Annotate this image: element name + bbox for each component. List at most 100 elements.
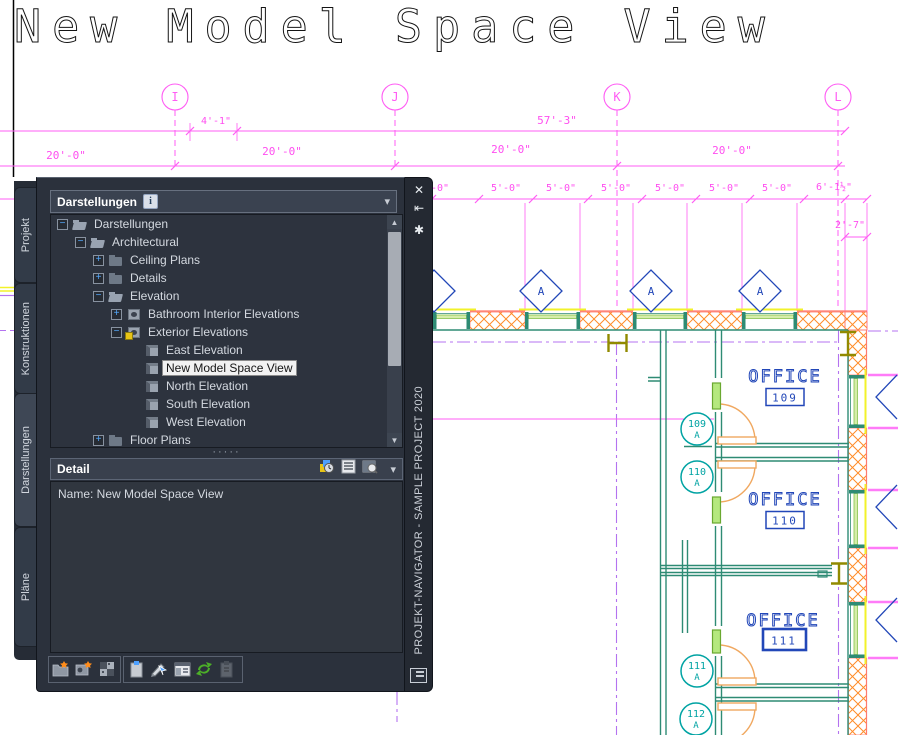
tab-konstruktionen[interactable]: Konstruktionen — [14, 283, 36, 394]
chevron-down-icon: ▾ — [384, 196, 390, 208]
tree-item-label: Ceiling Plans — [130, 253, 201, 267]
tree-scrollbar[interactable]: ▲ ▼ — [387, 215, 402, 447]
palette-title: PROJEKT-NAVIGATOR - SAMPLE PROJECT 2020 — [413, 385, 425, 655]
tab-label: Konstruktionen — [19, 301, 32, 376]
svg-text:109: 109 — [688, 419, 706, 430]
view-group-icon — [127, 308, 141, 321]
tree-item-darstellungen[interactable]: − Darstellungen — [51, 215, 402, 233]
folder-closed-icon — [109, 272, 123, 285]
svg-text:5'-0": 5'-0" — [491, 183, 521, 194]
folder-closed-icon — [109, 254, 123, 267]
chevron-down-icon[interactable]: ▾ — [390, 463, 396, 476]
update-detail-icon[interactable] — [319, 459, 335, 479]
tree-item-ceiling-plans[interactable]: + Ceiling Plans — [51, 251, 402, 269]
grid-bubbles — [161, 83, 852, 111]
tree-item-architectural[interactable]: − Architectural — [51, 233, 402, 251]
tree-item-bathroom-interior-elevations[interactable]: + Bathroom Interior Elevations — [51, 305, 402, 323]
view-icon — [145, 344, 159, 357]
tree-item-label: Details — [130, 271, 167, 285]
tab-projekt[interactable]: Projekt — [14, 187, 36, 283]
new-model-space-view-button[interactable] — [97, 659, 117, 679]
new-category-button[interactable] — [51, 659, 71, 679]
svg-text:A: A — [648, 285, 655, 298]
info-icon[interactable]: i — [143, 194, 159, 209]
view-group-badge-icon — [125, 326, 141, 340]
svg-text:20'-0": 20'-0" — [46, 149, 86, 162]
plus-expander-icon[interactable]: + — [93, 434, 104, 446]
svg-text:20'-0": 20'-0" — [712, 144, 752, 157]
svg-text:109: 109 — [772, 392, 798, 405]
refresh-project-button[interactable] — [194, 659, 214, 679]
detail-header: Detail ▾ — [50, 458, 403, 480]
plus-expander-icon[interactable]: + — [93, 272, 104, 284]
tab-plaene[interactable]: Pläne — [14, 527, 36, 647]
grid-bubble-labels: I J K L — [171, 90, 841, 104]
tree-item-exterior-elevations[interactable]: − Exterior Elevations — [51, 323, 402, 341]
scroll-up-icon[interactable]: ▲ — [387, 215, 402, 229]
edit-view-button[interactable] — [149, 659, 169, 679]
tree-item-label: Architectural — [112, 235, 179, 249]
windows — [433, 311, 867, 658]
tree-item-south-elevation[interactable]: South Elevation — [51, 395, 402, 413]
preview-zoom-icon[interactable] — [362, 459, 379, 479]
window-tag-letters: A A A — [538, 285, 764, 298]
folder-open-icon — [109, 290, 123, 303]
svg-text:6'-1½": 6'-1½" — [816, 181, 852, 193]
svg-text:5'-0": 5'-0" — [546, 183, 576, 194]
svg-text:I: I — [171, 90, 178, 104]
folder-open-icon — [73, 218, 87, 231]
view-icon — [145, 398, 159, 411]
plus-expander-icon[interactable]: + — [93, 254, 104, 266]
tree-item-label: Bathroom Interior Elevations — [148, 307, 300, 321]
svg-text:OFFICE: OFFICE — [748, 367, 821, 387]
autohide-pin-icon[interactable]: ⇤ — [409, 199, 429, 216]
svg-text:5'-0": 5'-0" — [601, 183, 631, 194]
tree-item-label: West Elevation — [166, 415, 246, 429]
scrollbar-thumb[interactable] — [388, 232, 401, 366]
door-tags: 109 A 110 A 111 A 112 A — [679, 412, 714, 735]
left-wall-stub-yellow — [0, 286, 14, 292]
tab-label: Darstellungen — [19, 426, 32, 494]
folder-closed-icon — [109, 434, 123, 447]
tree-item-label: East Elevation — [166, 343, 243, 357]
office-labels: OFFICE OFFICE OFFICE 109 110 111 — [746, 367, 821, 652]
tree-item-details[interactable]: + Details — [51, 269, 402, 287]
svg-text:A: A — [538, 285, 545, 298]
tree-item-north-elevation[interactable]: North Elevation — [51, 377, 402, 395]
scroll-down-icon[interactable]: ▼ — [387, 433, 402, 447]
tree-item-elevation[interactable]: − Elevation — [51, 287, 402, 305]
palette-bottom-icon[interactable] — [410, 668, 427, 683]
detail-list-icon[interactable] — [341, 459, 356, 479]
svg-text:K: K — [613, 90, 621, 104]
tree-item-label: Exterior Elevations — [148, 325, 249, 339]
minus-expander-icon[interactable]: − — [75, 236, 86, 248]
minus-expander-icon[interactable]: − — [93, 290, 104, 302]
svg-text:112: 112 — [687, 709, 705, 720]
new-view-dwg-button[interactable] — [74, 659, 94, 679]
tree-item-label: New Model Space View — [162, 360, 297, 376]
properties-button[interactable] — [172, 659, 192, 679]
tree-item-new-model-space-view[interactable]: New Model Space View — [51, 359, 402, 377]
svg-text:A: A — [693, 721, 699, 731]
tree-item-label: Elevation — [130, 289, 180, 303]
detail-panel: Name: New Model Space View — [50, 481, 403, 653]
minus-expander-icon[interactable]: − — [57, 218, 68, 230]
svg-text:110: 110 — [688, 467, 706, 478]
tree-item-east-elevation[interactable]: East Elevation — [51, 341, 402, 359]
splitter-handle[interactable]: ····· — [50, 447, 403, 458]
tab-darstellungen[interactable]: Darstellungen — [14, 393, 36, 527]
svg-text:A: A — [694, 673, 700, 683]
close-icon[interactable]: ✕ — [409, 181, 429, 198]
doors — [711, 382, 757, 735]
repath-xref-button[interactable] — [217, 659, 237, 679]
grid-centerlines — [396, 330, 898, 735]
tree-item-west-elevation[interactable]: West Elevation — [51, 413, 402, 431]
plus-expander-icon[interactable]: + — [111, 308, 122, 320]
detail-title: Detail — [57, 462, 90, 476]
svg-text:5'-0": 5'-0" — [655, 183, 685, 194]
category-dropdown[interactable]: Darstellungen i ▾ — [50, 190, 397, 213]
palette-properties-gear-icon[interactable]: ✱ — [409, 221, 429, 238]
view-icon — [145, 416, 159, 429]
minus-expander-icon[interactable]: − — [111, 326, 122, 338]
paste-button[interactable] — [127, 659, 147, 679]
